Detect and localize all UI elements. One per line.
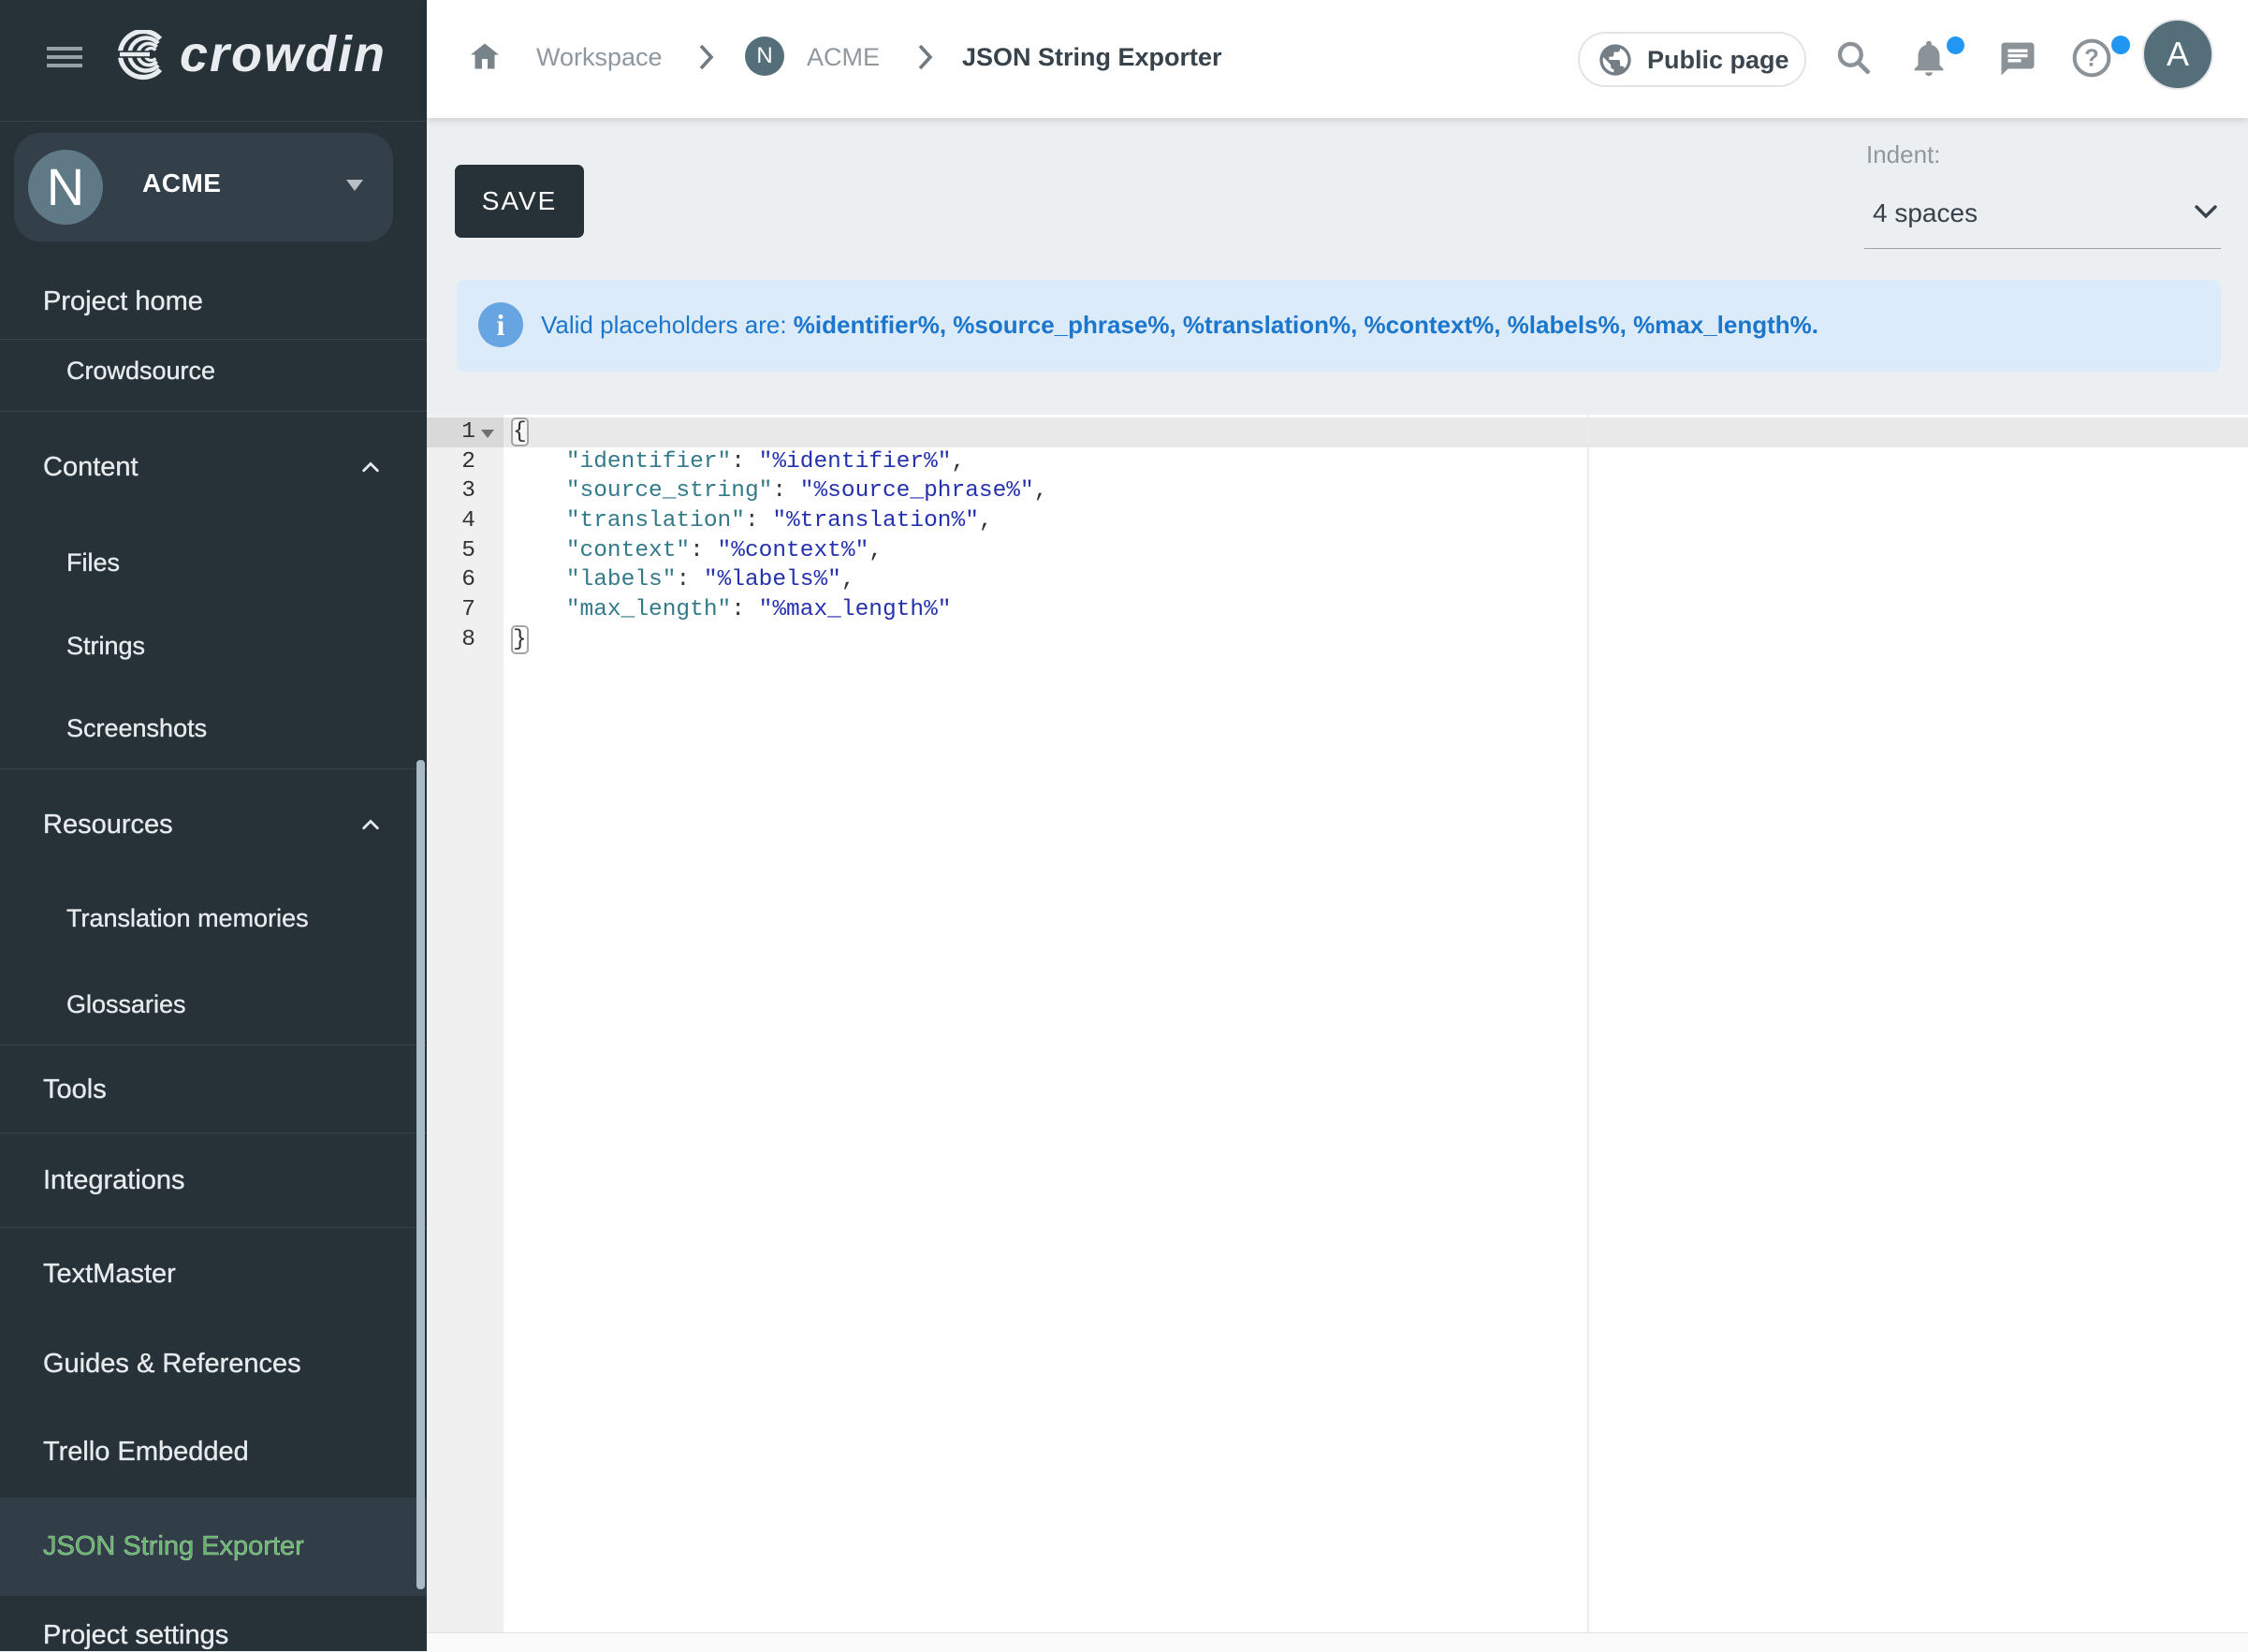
svg-text:?: ? [2084,45,2099,71]
svg-text:crowdin: crowdin [180,30,387,82]
